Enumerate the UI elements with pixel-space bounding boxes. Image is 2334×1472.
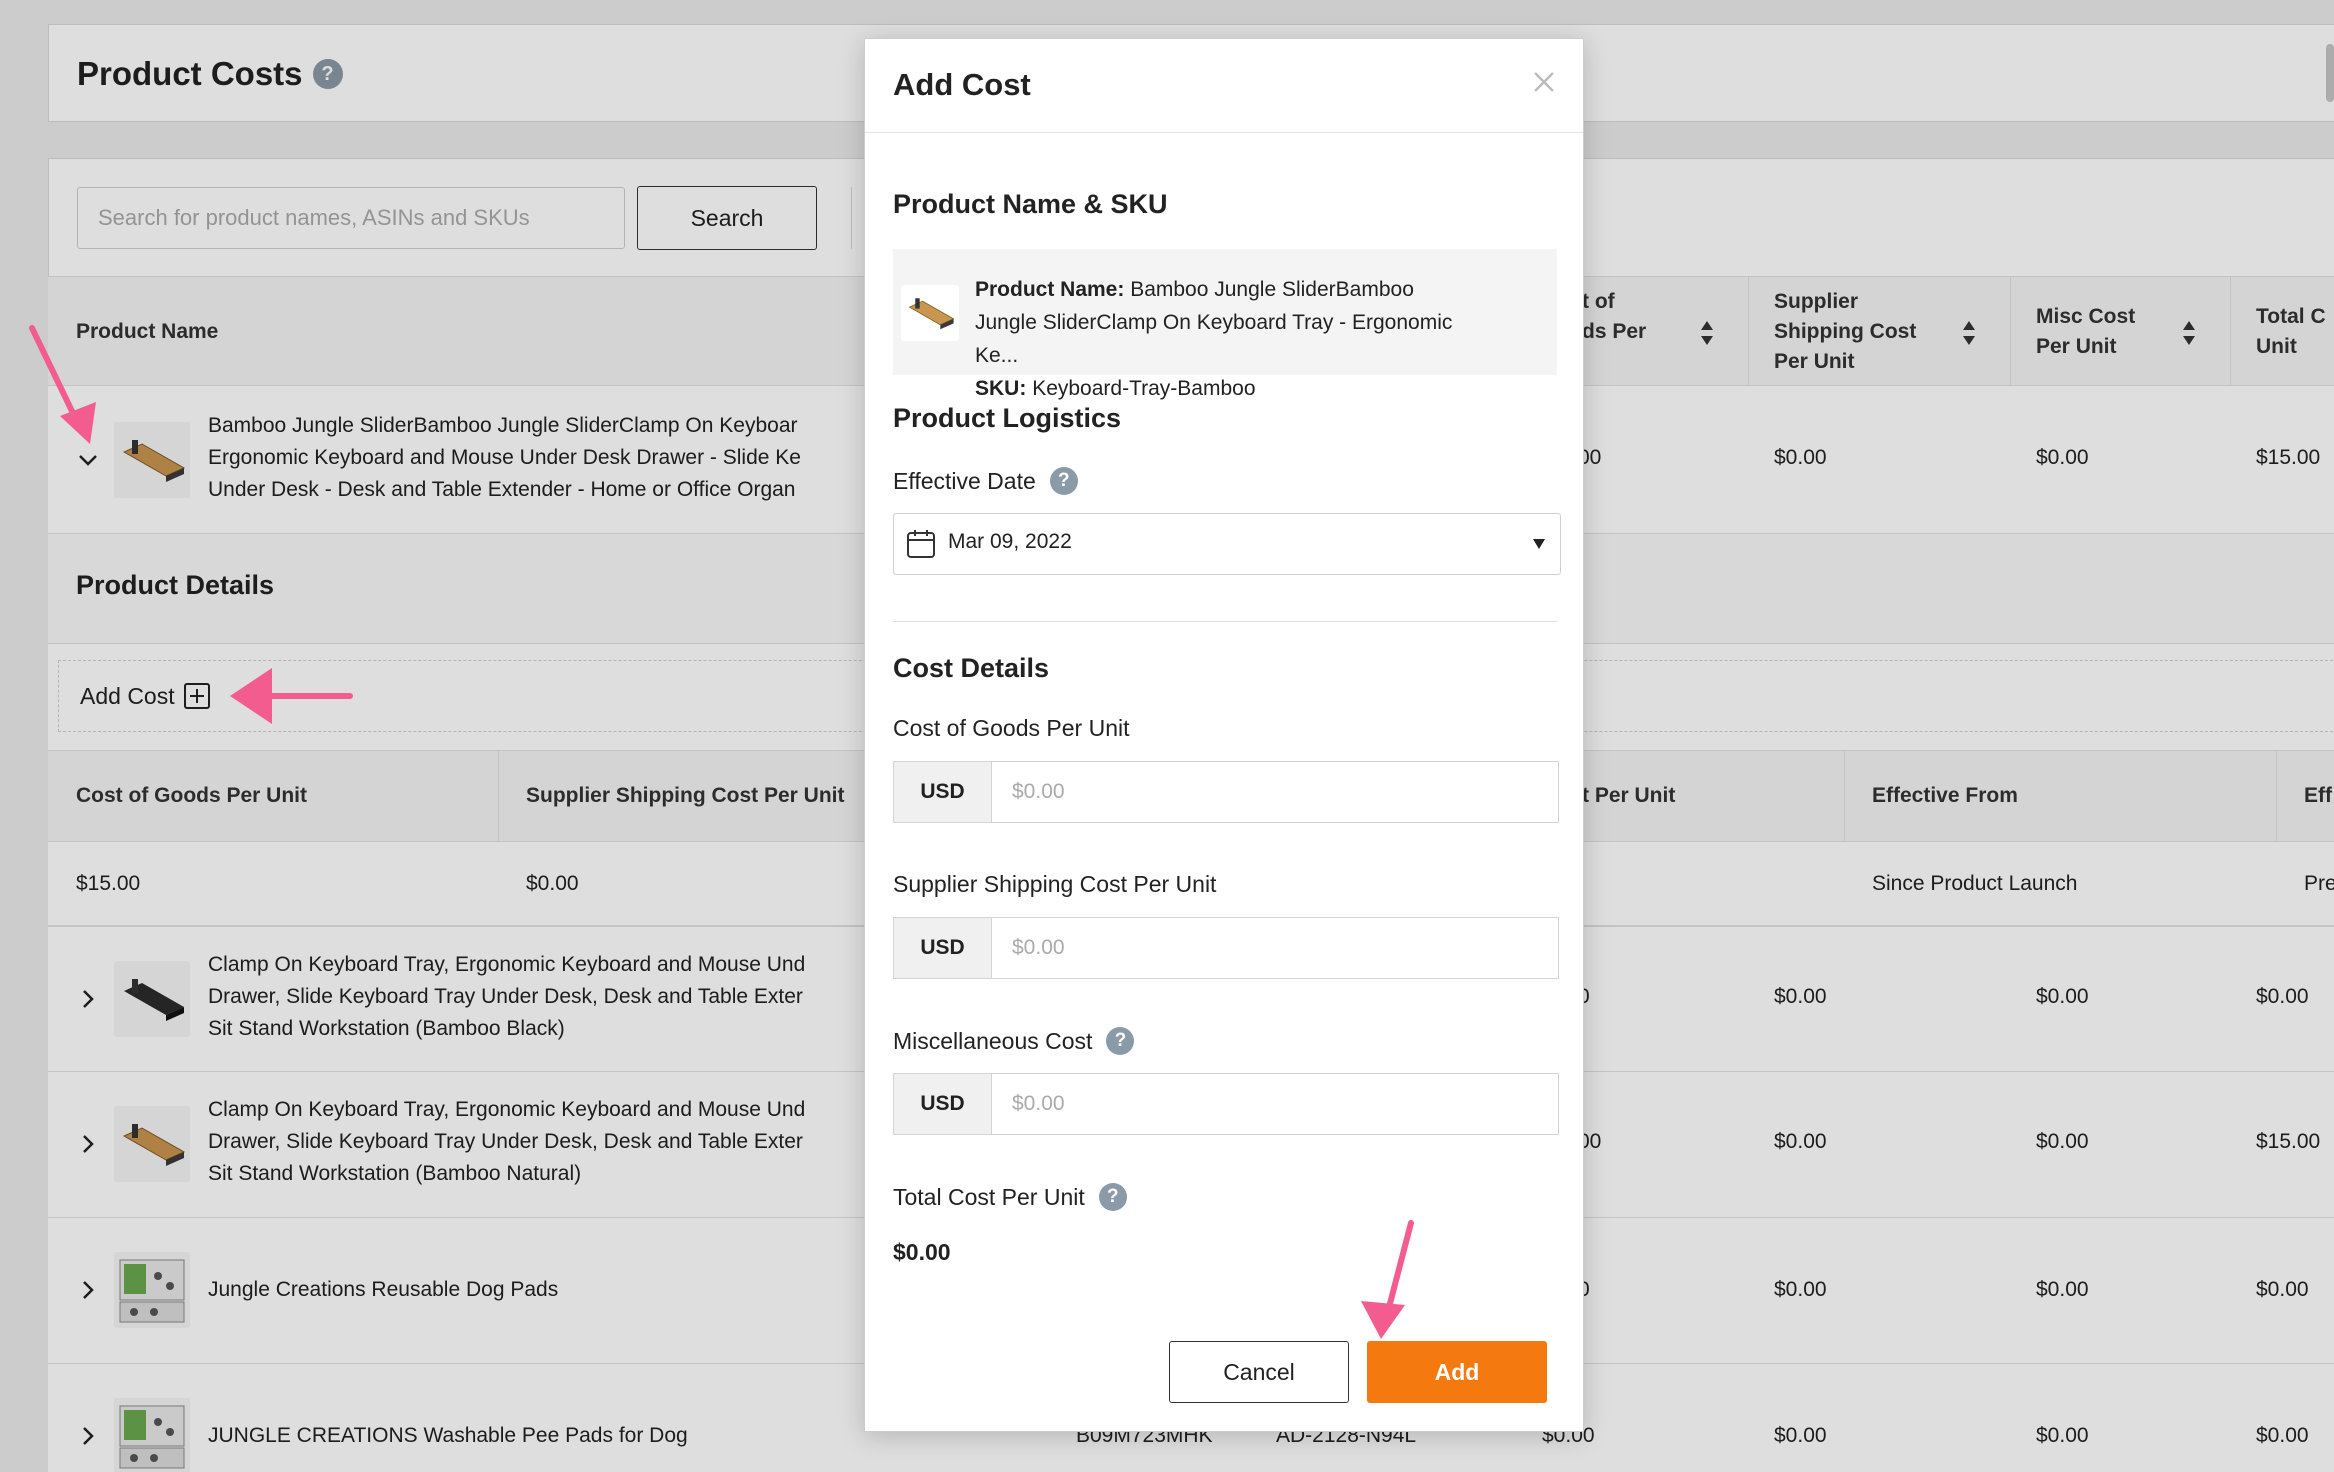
section-divider: [893, 621, 1557, 622]
misc-cost-input[interactable]: USD $0.00: [893, 1073, 1559, 1135]
total-label: Total Cost Per Unit ?: [893, 1183, 1127, 1211]
annotation-arrow-icon: [230, 668, 353, 724]
misc-label-text: Miscellaneous Cost: [893, 1027, 1093, 1054]
help-icon[interactable]: ?: [1106, 1027, 1135, 1055]
currency-label: USD: [894, 918, 992, 978]
cog-label-text: Cost of Goods Per Unit: [893, 715, 1130, 741]
total-value: $0.00: [893, 1239, 951, 1265]
modal-title: Add Cost: [893, 67, 1031, 102]
close-icon[interactable]: [1531, 69, 1557, 95]
product-name-value: Bamboo Jungle SliderBamboo: [1130, 278, 1414, 301]
total-label-text: Total Cost Per Unit: [893, 1183, 1085, 1210]
amount-placeholder[interactable]: $0.00: [1012, 1074, 1065, 1134]
cog-input[interactable]: USD $0.00: [893, 761, 1559, 823]
annotation-arrow-icon: [1361, 1220, 1414, 1339]
ship-label: Supplier Shipping Cost Per Unit: [893, 871, 1216, 898]
shipping-cost-input[interactable]: USD $0.00: [893, 917, 1559, 979]
product-name-label: Product Name:: [975, 278, 1125, 301]
misc-label: Miscellaneous Cost ?: [893, 1027, 1135, 1055]
cog-label: Cost of Goods Per Unit: [893, 715, 1130, 742]
add-button[interactable]: Add: [1367, 1341, 1547, 1403]
effective-date-label-text: Effective Date: [893, 467, 1036, 494]
product-summary: Product Name: Bamboo Jungle SliderBamboo…: [893, 249, 1557, 400]
currency-label: USD: [894, 762, 992, 822]
amount-placeholder[interactable]: $0.00: [1012, 762, 1065, 822]
section-cost-title: Cost Details: [893, 653, 1050, 683]
annotation-arrow-icon: [29, 325, 96, 444]
effective-date-label: Effective Date ?: [893, 467, 1078, 495]
calendar-icon: [907, 530, 935, 558]
caret-down-icon[interactable]: [1532, 538, 1546, 550]
product-name-value: Jungle SliderClamp On Keyboard Tray - Er…: [975, 311, 1453, 334]
section-logistics-title: Product Logistics: [893, 403, 1122, 433]
product-name-value: Ke...: [975, 344, 1019, 367]
add-cost-modal: Add Cost Product Name & SKU Product Name…: [864, 38, 1584, 1432]
currency-label: USD: [894, 1074, 992, 1134]
ship-label-text: Supplier Shipping Cost Per Unit: [893, 871, 1217, 897]
section-product-title: Product Name & SKU: [893, 189, 1168, 219]
sku-value: Keyboard-Tray-Bamboo: [1032, 377, 1256, 400]
product-summary-text: Product Name: Bamboo Jungle SliderBamboo…: [975, 273, 1547, 405]
sku-label: SKU:: [975, 377, 1027, 400]
modal-header: Add Cost: [865, 39, 1583, 133]
cancel-button[interactable]: Cancel: [1169, 1341, 1349, 1403]
product-thumbnail: [901, 285, 959, 341]
help-icon[interactable]: ?: [1049, 467, 1078, 495]
effective-date-value: Mar 09, 2022: [948, 530, 1072, 553]
help-icon[interactable]: ?: [1098, 1183, 1127, 1211]
amount-placeholder[interactable]: $0.00: [1012, 918, 1065, 978]
effective-date-select[interactable]: Mar 09, 2022: [893, 513, 1561, 575]
